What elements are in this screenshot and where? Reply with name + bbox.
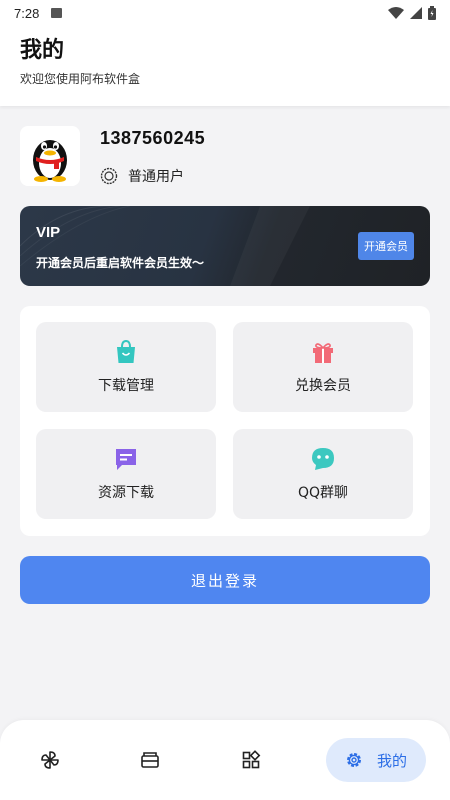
redeem-vip-item[interactable]: 兑换会员 xyxy=(233,322,413,412)
chat-face-icon xyxy=(312,448,334,470)
user-profile: 1387560245 普通用户 xyxy=(20,126,430,186)
logout-button[interactable]: 退出登录 xyxy=(20,556,430,604)
image-notification-icon xyxy=(51,8,63,18)
vip-description: 开通会员后重启软件会员生效～ xyxy=(36,256,205,270)
nav-item-apps[interactable] xyxy=(229,738,273,782)
status-time: 7:28 xyxy=(14,5,40,21)
nav-item-ticket[interactable] xyxy=(128,738,172,782)
vip-label: VIP xyxy=(36,224,61,241)
battery-icon xyxy=(428,6,436,20)
signal-icon xyxy=(410,7,422,19)
page-subtitle: 欢迎您使用阿布软件盒 xyxy=(20,72,141,86)
user-phone: 1387560245 xyxy=(100,128,206,148)
nav-item-mine[interactable]: 我的 xyxy=(326,738,426,782)
pinwheel-icon xyxy=(41,751,59,769)
resource-download-item[interactable]: 资源下载 xyxy=(36,429,216,519)
nav-item-home[interactable] xyxy=(28,738,72,782)
open-vip-button[interactable]: 开通会员 xyxy=(358,232,414,260)
bottom-navigation: 我的 xyxy=(0,720,450,800)
avatar[interactable] xyxy=(20,126,80,186)
function-grid: 下载管理 兑换会员 资源下载 QQ群聊 xyxy=(20,306,430,536)
page-header: 我的 欢迎您使用阿布软件盒 xyxy=(0,26,450,106)
gear-icon xyxy=(346,753,361,767)
vip-card: VIP 开通会员后重启软件会员生效～ 开通会员 xyxy=(20,206,430,286)
user-role-label: 普通用户 xyxy=(128,169,184,185)
gift-icon xyxy=(313,343,333,363)
qq-group-item[interactable]: QQ群聊 xyxy=(233,429,413,519)
message-icon xyxy=(116,449,136,470)
badge-icon xyxy=(100,167,118,185)
resource-download-label: 资源下载 xyxy=(98,485,154,501)
shopping-bag-icon xyxy=(117,339,135,363)
download-manager-label: 下载管理 xyxy=(98,378,154,394)
status-bar: 7:28 xyxy=(0,0,450,26)
redeem-vip-label: 兑换会员 xyxy=(295,378,351,394)
wifi-icon xyxy=(388,7,404,19)
nav-item-mine-label: 我的 xyxy=(376,751,407,770)
page-title: 我的 xyxy=(20,38,65,63)
download-manager-item[interactable]: 下载管理 xyxy=(36,322,216,412)
status-icons xyxy=(388,6,436,20)
user-role: 普通用户 xyxy=(100,166,184,186)
ticket-icon xyxy=(141,752,159,768)
qq-penguin-icon xyxy=(33,140,67,182)
apps-icon xyxy=(242,750,261,769)
qq-group-label: QQ群聊 xyxy=(297,485,349,501)
